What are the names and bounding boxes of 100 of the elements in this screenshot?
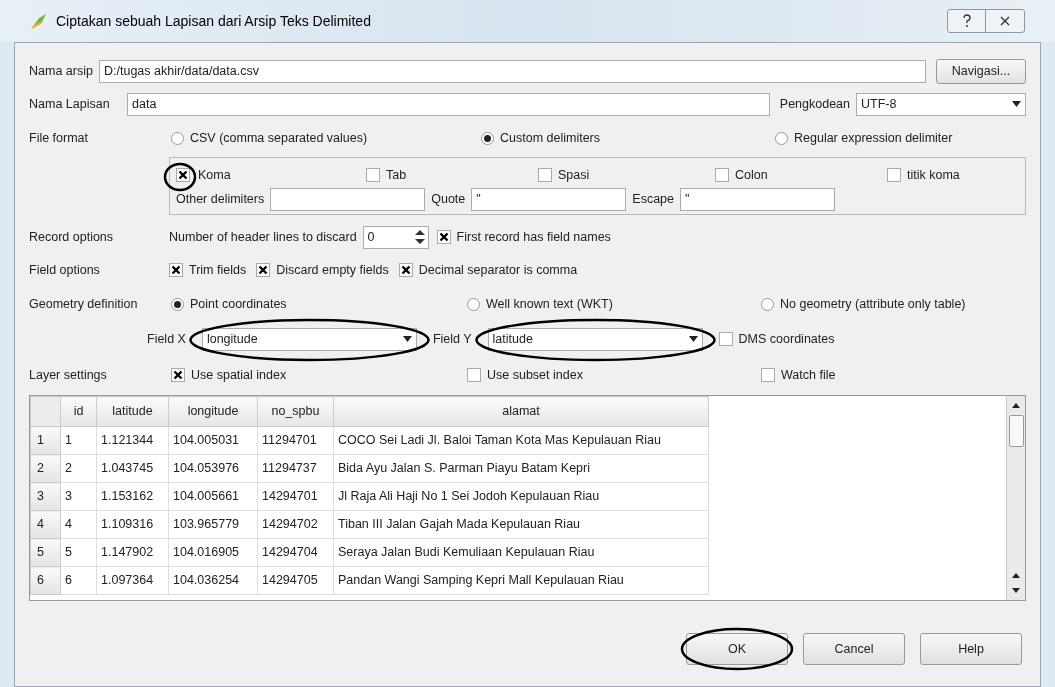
checkbox[interactable] [169,263,183,277]
checkbox[interactable] [176,168,190,182]
checkbox[interactable] [718,332,733,346]
column-header[interactable]: longitude [168,396,258,427]
checkbox-label: Colon [735,166,768,184]
checkbox[interactable] [171,368,185,382]
table-cell: 14294705 [257,566,334,595]
checkbox[interactable] [761,368,775,382]
table-cell: 104.016905 [168,538,258,567]
radio-label: No geometry (attribute only table) [780,295,966,313]
field-y-dropdown[interactable]: latitude [487,327,703,351]
scrollbar[interactable] [1006,396,1025,600]
checkbox[interactable] [366,168,380,182]
row-header[interactable]: 3 [30,482,61,511]
field-label: Nama arsip [29,62,93,80]
field-label: Escape [632,190,674,208]
table-cell: Bida Ayu Jalan S. Parman Piayu Batam Kepri [333,454,709,483]
checkbox-label: titik koma [907,166,960,184]
table-cell: 14294702 [257,510,334,539]
table-cell: 1.147902 [96,538,169,567]
table-cell: 2 [60,454,97,483]
checkbox-label: Trim fields [189,261,247,279]
checkbox-label: Discard empty fields [276,261,389,279]
encoding-dropdown[interactable]: UTF-8 [856,92,1026,116]
caret-icon [1012,101,1021,107]
checkbox[interactable] [715,168,729,182]
checkbox[interactable] [436,230,451,244]
row-header[interactable]: 5 [30,538,61,567]
file-path-field[interactable]: D:/tugas akhir/data/data.csv [99,59,926,83]
field-x-dropdown[interactable]: longitude [201,327,417,351]
column-header[interactable]: id [60,396,97,427]
radio-button[interactable] [171,131,184,145]
radio-button[interactable] [171,297,184,311]
other-delimiters-field[interactable] [270,187,426,211]
checkbox-label: Watch file [781,366,836,384]
dialog-button[interactable]: OK [686,633,788,665]
table-cell: 103.965779 [168,510,258,539]
checkbox-label: Spasi [558,166,590,184]
table-cell: Jl Raja Ali Haji No 1 Sei Jodoh Kepulauan Riau [333,482,709,511]
dialog-button[interactable]: Cancel [803,633,905,665]
table-cell: 104.005031 [168,426,258,455]
radio-label: Custom delimiters [500,129,601,147]
table-cell: COCO Sei Ladi Jl. Baloi Taman Kota Mas Kepulauan Riau [333,426,709,455]
column-header[interactable]: alamat [333,396,709,427]
table-cell: 6 [60,566,97,595]
radio-label: CSV (comma separated values) [190,129,368,147]
section-label: Geometry definition [29,295,139,313]
table-cell: Pandan Wangi Samping Kepri Mall Kepulauan Riau [333,566,709,595]
checkbox[interactable] [887,168,901,182]
quote-field[interactable]: " [471,187,627,211]
field-label: Pengkodean [779,95,850,113]
table-cell: 11294737 [257,454,334,483]
checkbox-label: Decimal separator is comma [418,261,578,279]
annotation-ellipse [163,161,197,192]
radio-button[interactable] [775,131,788,145]
radio-button[interactable] [761,297,774,311]
checkbox[interactable] [398,263,413,277]
field-label: Nama Lapisan [29,95,111,113]
spin-arrows-icon [413,229,426,245]
table-cell: 1.043745 [96,454,169,483]
radio-button[interactable] [467,297,480,311]
table-cell: 14294704 [257,538,334,567]
radio-label: Point coordinates [190,295,287,313]
section-label: Field options [29,261,101,279]
layer-name-field[interactable]: data [127,92,770,116]
radio-label: Well known text (WKT) [486,295,613,313]
header-lines-spinbox[interactable]: 0 [362,225,429,249]
browse-button[interactable]: Navigasi... [936,58,1026,84]
field-label: Field X [147,330,186,348]
checkbox-label: Use subset index [487,366,583,384]
checkbox-label: Use spatial index [191,366,287,384]
table-cell: 14294701 [257,482,334,511]
table-cell: 104.005661 [168,482,258,511]
checkbox[interactable] [256,263,271,277]
row-header[interactable]: 4 [30,510,61,539]
table-cell: 3 [60,482,97,511]
window-title: Ciptakan sebuah Lapisan dari Arsip Teks Delimited [56,11,371,31]
scroll-thumb[interactable] [1008,415,1024,447]
table-cell: Seraya Jalan Budi Kemuliaan Kepulauan Riau [333,538,709,567]
column-header[interactable]: latitude [96,396,169,427]
table-cell: Tiban III Jalan Gajah Mada Kepulauan Riau [333,510,709,539]
table-cell: 1.153162 [96,482,169,511]
checkbox-label: Koma [198,166,231,184]
radio-button[interactable] [481,131,494,145]
table-cell: 1.121344 [96,426,169,455]
row-header[interactable]: 2 [30,454,61,483]
dialog-button[interactable]: Help [920,633,1022,665]
checkbox[interactable] [538,168,552,182]
table-cell: 1.109316 [96,510,169,539]
column-header[interactable]: no_spbu [257,396,334,427]
escape-field[interactable]: " [680,187,835,211]
table-cell: 1 [60,426,97,455]
row-header[interactable]: 6 [30,566,61,595]
app-icon [30,12,48,30]
table-cell: 4 [60,510,97,539]
table-cell: 11294701 [257,426,334,455]
checkbox[interactable] [467,368,481,382]
field-label: Field Y [432,330,472,348]
section-label: Record options [29,228,115,246]
row-header[interactable]: 1 [30,426,61,455]
